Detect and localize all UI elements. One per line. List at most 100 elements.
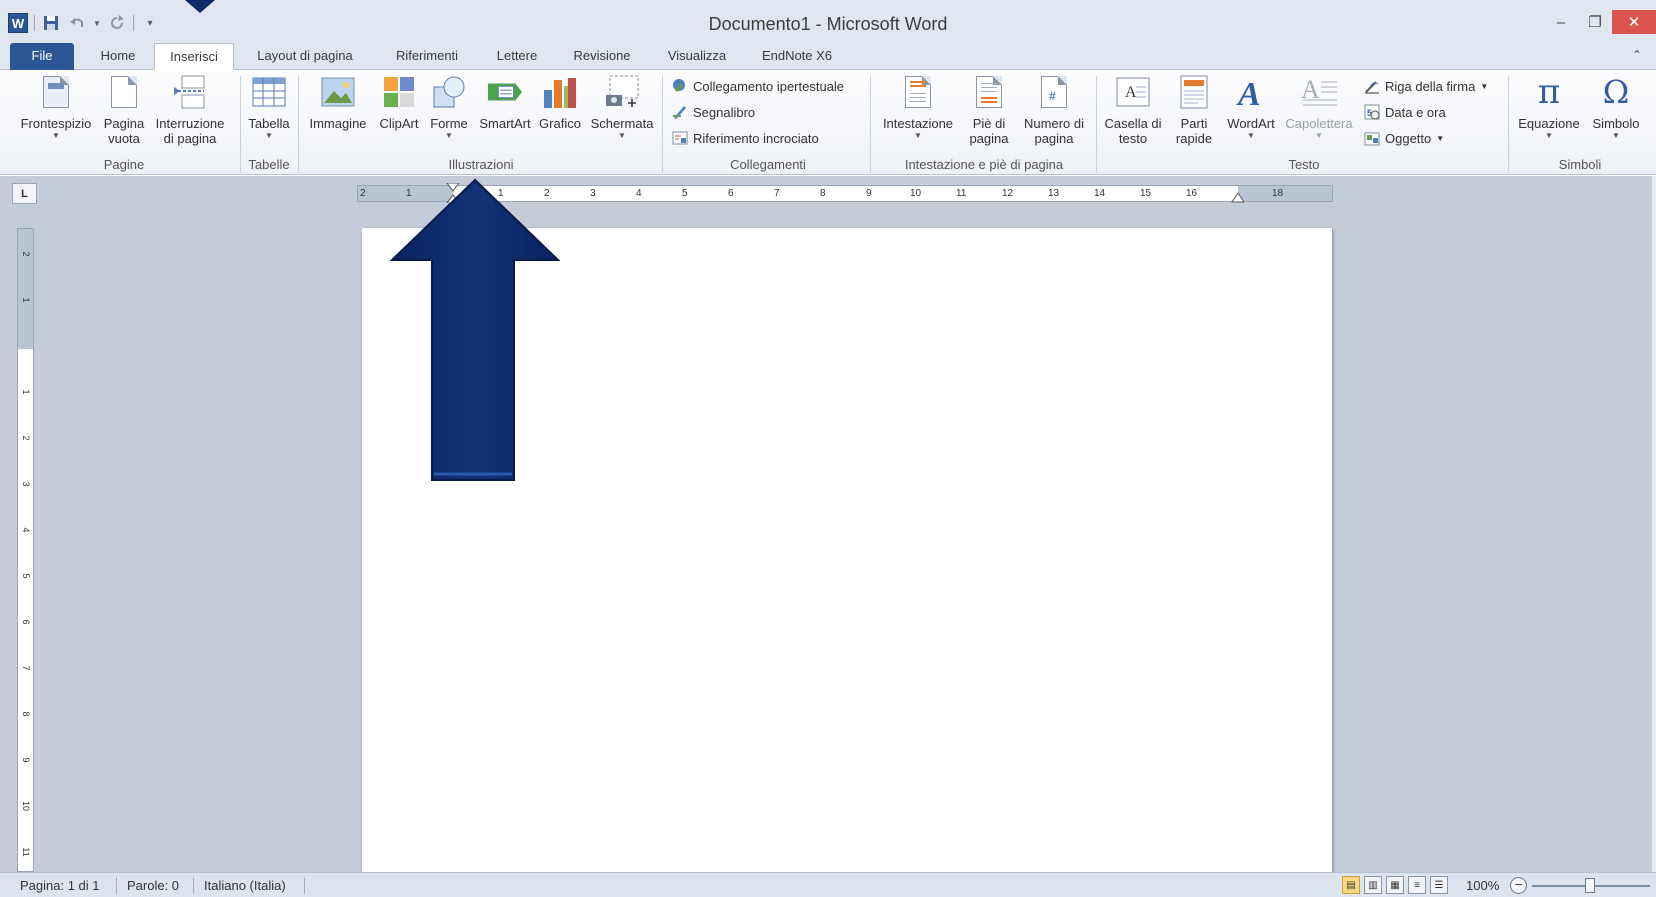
clipart-button[interactable]: ClipArt bbox=[374, 74, 424, 131]
frontespizio-button[interactable]: Frontespizio ▼ bbox=[14, 74, 98, 141]
zoom-slider-thumb[interactable] bbox=[1585, 878, 1595, 893]
right-indent-marker[interactable] bbox=[1231, 189, 1245, 203]
pi-icon: π bbox=[1537, 72, 1561, 112]
pie-di-pagina-button[interactable]: Piè di pagina bbox=[960, 74, 1018, 146]
oggetto-button[interactable]: Oggetto ▼ bbox=[1364, 130, 1444, 146]
group-label-testo: Testo bbox=[1288, 157, 1320, 172]
capolettera-label: Capolettera bbox=[1285, 116, 1353, 131]
ruler-tick: 6 bbox=[728, 188, 734, 199]
page-count-status[interactable]: Pagina: 1 di 1 bbox=[20, 878, 100, 893]
interruzione-label: Interruzione di pagina bbox=[155, 116, 225, 146]
intestazione-label: Intestazione bbox=[882, 116, 954, 131]
data-e-ora-button[interactable]: 5 Data e ora bbox=[1364, 104, 1446, 120]
pagina-vuota-button[interactable]: Pagina vuota bbox=[100, 74, 148, 146]
chevron-down-icon: ▼ bbox=[1247, 131, 1255, 140]
tab-layout-di-pagina[interactable]: Layout di pagina bbox=[244, 43, 366, 70]
close-icon[interactable]: ✕ bbox=[1612, 10, 1656, 34]
ruler-tick: 2 bbox=[21, 435, 31, 441]
group-separator bbox=[662, 76, 663, 172]
picture-icon bbox=[320, 74, 356, 110]
hyperlink-icon bbox=[672, 78, 688, 94]
vertical-scrollbar[interactable] bbox=[1652, 176, 1656, 872]
chevron-down-icon: ▼ bbox=[1436, 133, 1445, 143]
tabella-button[interactable]: Tabella ▼ bbox=[244, 74, 294, 141]
segnalibro-button[interactable]: Segnalibro bbox=[672, 104, 755, 120]
restore-icon[interactable]: ❐ bbox=[1578, 10, 1612, 34]
chevron-down-icon: ▼ bbox=[1612, 131, 1620, 140]
riferimento-incrociato-button[interactable]: Riferimento incrociato bbox=[672, 130, 819, 146]
table-icon bbox=[251, 74, 287, 110]
group-separator bbox=[240, 76, 241, 172]
numero-di-pagina-button[interactable]: # Numero di pagina bbox=[1018, 74, 1090, 146]
tab-selector-button[interactable]: L bbox=[12, 183, 37, 204]
chevron-down-icon: ▼ bbox=[914, 131, 922, 140]
chevron-down-icon: ▼ bbox=[1480, 81, 1489, 91]
tab-visualizza[interactable]: Visualizza bbox=[656, 43, 738, 70]
simbolo-button[interactable]: Ω Simbolo ▼ bbox=[1586, 73, 1646, 141]
grafico-label: Grafico bbox=[539, 116, 581, 131]
ruler-tick: 5 bbox=[21, 573, 31, 579]
bookmark-icon bbox=[672, 104, 688, 120]
riga-firma-label: Riga della firma bbox=[1385, 78, 1476, 94]
tab-file[interactable]: File bbox=[10, 43, 74, 70]
text-box-icon: A bbox=[1115, 74, 1151, 110]
forme-button[interactable]: Forme ▼ bbox=[426, 74, 472, 141]
ruler-tick: 15 bbox=[1140, 188, 1152, 199]
outline-view-icon[interactable]: ≡ bbox=[1408, 876, 1426, 894]
language-status[interactable]: Italiano (Italia) bbox=[204, 878, 286, 893]
ruler-tick: 18 bbox=[1272, 188, 1284, 199]
tab-endnote[interactable]: EndNote X6 bbox=[752, 43, 842, 70]
zoom-level[interactable]: 100% bbox=[1466, 878, 1499, 893]
vertical-ruler[interactable]: 2 1 1 2 3 4 5 6 7 8 9 10 11 bbox=[17, 228, 34, 872]
print-layout-view-icon[interactable]: ▤ bbox=[1342, 876, 1360, 894]
grafico-button[interactable]: Grafico bbox=[536, 74, 584, 131]
window-title: Documento1 - Microsoft Word bbox=[708, 14, 948, 34]
ruler-tick: 11 bbox=[21, 847, 31, 857]
shapes-icon bbox=[431, 74, 467, 110]
capolettera-button[interactable]: A Capolettera ▼ bbox=[1282, 74, 1356, 141]
immagine-button[interactable]: Immagine bbox=[306, 74, 370, 131]
collegamento-ipertestuale-button[interactable]: Collegamento ipertestuale bbox=[672, 78, 844, 94]
tab-inserisci[interactable]: Inserisci bbox=[154, 43, 234, 70]
tab-lettere[interactable]: Lettere bbox=[486, 43, 548, 70]
word-count-status[interactable]: Parole: 0 bbox=[127, 878, 179, 893]
group-label-pagine: Pagine bbox=[103, 157, 145, 172]
parti-rapide-button[interactable]: Parti rapide bbox=[1166, 74, 1222, 146]
page-break-icon bbox=[172, 74, 208, 110]
riga-della-firma-button[interactable]: Riga della firma ▼ bbox=[1364, 78, 1488, 94]
group-label-collegamenti: Collegamenti bbox=[730, 157, 806, 172]
drop-cap-icon: A bbox=[1301, 74, 1337, 110]
schermata-label: Schermata bbox=[590, 116, 654, 131]
ruler-tick: 2 bbox=[360, 188, 366, 199]
clipart-icon bbox=[381, 74, 417, 110]
interruzione-di-pagina-button[interactable]: Interruzione di pagina bbox=[150, 74, 230, 146]
date-time-icon: 5 bbox=[1364, 104, 1380, 120]
web-layout-view-icon[interactable]: ▦ bbox=[1386, 876, 1404, 894]
intestazione-button[interactable]: Intestazione ▼ bbox=[876, 74, 960, 141]
ribbon-minimize-icon[interactable]: ⌃ bbox=[1632, 48, 1642, 62]
ruler-tick: 5 bbox=[682, 188, 688, 199]
ribbon-tabs: File Home Inserisci Layout di pagina Rif… bbox=[0, 40, 1656, 70]
smartart-button[interactable]: SmartArt bbox=[476, 74, 534, 131]
quick-parts-icon bbox=[1176, 74, 1212, 110]
cross-reference-icon bbox=[672, 130, 688, 146]
equazione-button[interactable]: π Equazione ▼ bbox=[1514, 72, 1584, 141]
draft-view-icon[interactable]: ☰ bbox=[1430, 876, 1448, 894]
minimize-icon[interactable]: – bbox=[1544, 10, 1578, 34]
schermata-button[interactable]: Schermata ▼ bbox=[588, 74, 656, 141]
tabella-label: Tabella bbox=[248, 116, 290, 131]
ruler-tick: 10 bbox=[21, 800, 31, 811]
zoom-out-icon[interactable]: − bbox=[1510, 877, 1527, 894]
tab-revisione[interactable]: Revisione bbox=[562, 43, 642, 70]
tab-riferimenti[interactable]: Riferimenti bbox=[382, 43, 472, 70]
ruler-tick: 9 bbox=[21, 757, 31, 763]
tab-home[interactable]: Home bbox=[88, 43, 148, 70]
full-screen-reading-view-icon[interactable]: ▥ bbox=[1364, 876, 1382, 894]
window-controls: – ❐ ✕ bbox=[1544, 10, 1656, 34]
wordart-label: WordArt bbox=[1227, 116, 1275, 131]
casella-di-testo-button[interactable]: A Casella di testo bbox=[1102, 74, 1164, 146]
oggetto-label: Oggetto bbox=[1385, 130, 1432, 146]
chevron-down-icon: ▼ bbox=[1545, 131, 1553, 140]
wordart-button[interactable]: A WordArt ▼ bbox=[1222, 74, 1280, 141]
page-number-icon: # bbox=[1036, 74, 1072, 110]
